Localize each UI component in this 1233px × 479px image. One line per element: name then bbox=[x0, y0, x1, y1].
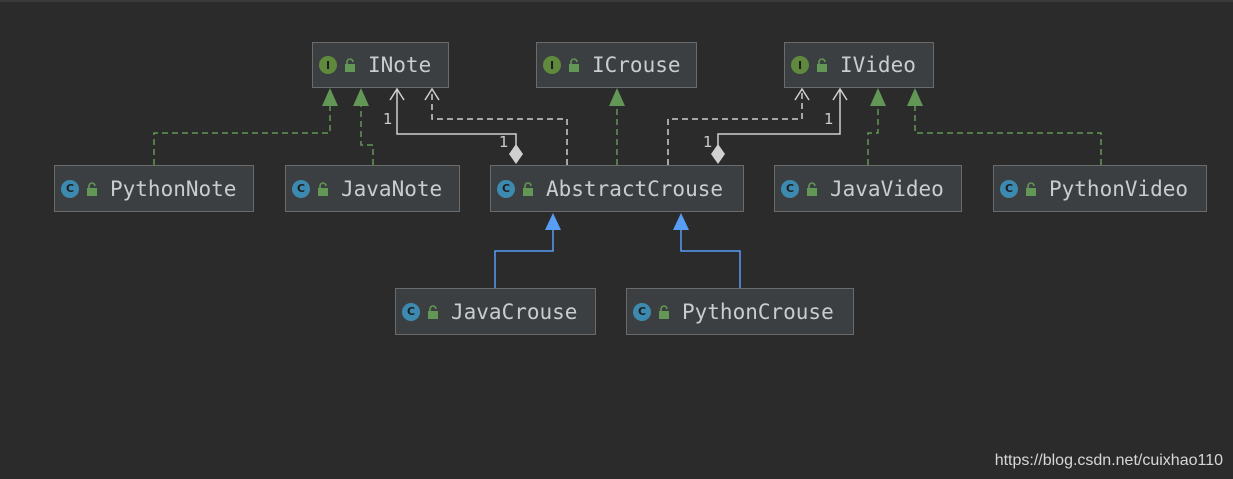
node-inote[interactable]: I INote bbox=[312, 42, 449, 88]
node-icrouse[interactable]: I ICrouse bbox=[536, 42, 697, 88]
arrowhead-pythonnote-inote bbox=[322, 88, 338, 106]
edge-pythoncrouse-abstractcrouse bbox=[680, 229, 741, 288]
class-icon: C bbox=[781, 179, 799, 198]
interface-icon: I bbox=[319, 56, 337, 74]
unlocked-icon bbox=[523, 181, 533, 196]
node-label: ICrouse bbox=[592, 53, 681, 77]
class-icon: C bbox=[1000, 179, 1018, 198]
unlocked-icon bbox=[807, 181, 817, 196]
arrowhead-javacrouse-abstractcrouse bbox=[545, 213, 561, 230]
class-icon: C bbox=[497, 179, 515, 198]
node-label: JavaCrouse bbox=[451, 299, 578, 324]
edge-javavideo-ivideo bbox=[867, 105, 879, 165]
node-label: PythonVideo bbox=[1049, 176, 1189, 201]
edge-pythonvideo-ivideo bbox=[914, 105, 1102, 165]
node-label: INote bbox=[368, 53, 432, 77]
interface-icon: I bbox=[791, 56, 809, 74]
arrowhead-pythonvideo-ivideo bbox=[907, 88, 923, 106]
watermark: https://blog.csdn.net/cuixhao110 bbox=[994, 452, 1223, 469]
class-icon: C bbox=[61, 179, 79, 198]
node-label: PythonNote bbox=[110, 176, 237, 201]
node-label: AbstractCrouse bbox=[546, 176, 724, 201]
edge-javanote-inote bbox=[360, 105, 374, 165]
multiplicity-inote-source: 1 bbox=[499, 133, 509, 151]
node-abstractcrouse[interactable]: C AbstractCrouse bbox=[490, 165, 744, 212]
unlocked-icon bbox=[318, 181, 328, 196]
unlocked-icon bbox=[569, 58, 579, 72]
arrowhead-javavideo-ivideo bbox=[870, 88, 886, 106]
node-pythonvideo[interactable]: C PythonVideo bbox=[993, 165, 1207, 212]
node-label: JavaVideo bbox=[830, 176, 944, 201]
node-javacrouse[interactable]: C JavaCrouse bbox=[395, 288, 596, 335]
multiplicity-ivideo-target: 1 bbox=[824, 110, 834, 128]
aggregation-diamond-ivideo bbox=[711, 144, 725, 164]
node-ivideo[interactable]: I IVideo bbox=[784, 42, 934, 88]
class-icon: C bbox=[633, 302, 651, 321]
edge-pythonnote-inote bbox=[153, 105, 331, 165]
aggregation-diamond-inote bbox=[509, 144, 523, 164]
unlocked-icon bbox=[87, 181, 97, 196]
edge-dependency-inote bbox=[431, 90, 568, 165]
arrowhead-javanote-inote bbox=[353, 88, 369, 106]
unlocked-icon bbox=[817, 58, 827, 72]
arrowhead-abstractcrouse-icrouse bbox=[609, 88, 625, 106]
unlocked-icon bbox=[345, 58, 355, 72]
arrowhead-pythoncrouse-abstractcrouse bbox=[673, 213, 689, 230]
edge-dependency-ivideo bbox=[667, 90, 803, 165]
edge-javacrouse-abstractcrouse bbox=[494, 229, 554, 288]
node-label: JavaNote bbox=[341, 176, 443, 201]
node-pythoncrouse[interactable]: C PythonCrouse bbox=[626, 288, 854, 335]
unlocked-icon bbox=[659, 304, 669, 319]
interface-icon: I bbox=[543, 56, 561, 74]
multiplicity-ivideo-source: 1 bbox=[703, 133, 713, 151]
class-icon: C bbox=[292, 179, 310, 198]
unlocked-icon bbox=[428, 304, 438, 319]
node-label: IVideo bbox=[840, 53, 916, 77]
class-icon: C bbox=[402, 302, 420, 321]
node-javanote[interactable]: C JavaNote bbox=[285, 165, 460, 212]
node-pythonnote[interactable]: C PythonNote bbox=[54, 165, 254, 212]
node-label: PythonCrouse bbox=[682, 299, 834, 324]
unlocked-icon bbox=[1026, 181, 1036, 196]
node-javavideo[interactable]: C JavaVideo bbox=[774, 165, 962, 212]
multiplicity-inote-target: 1 bbox=[383, 110, 393, 128]
